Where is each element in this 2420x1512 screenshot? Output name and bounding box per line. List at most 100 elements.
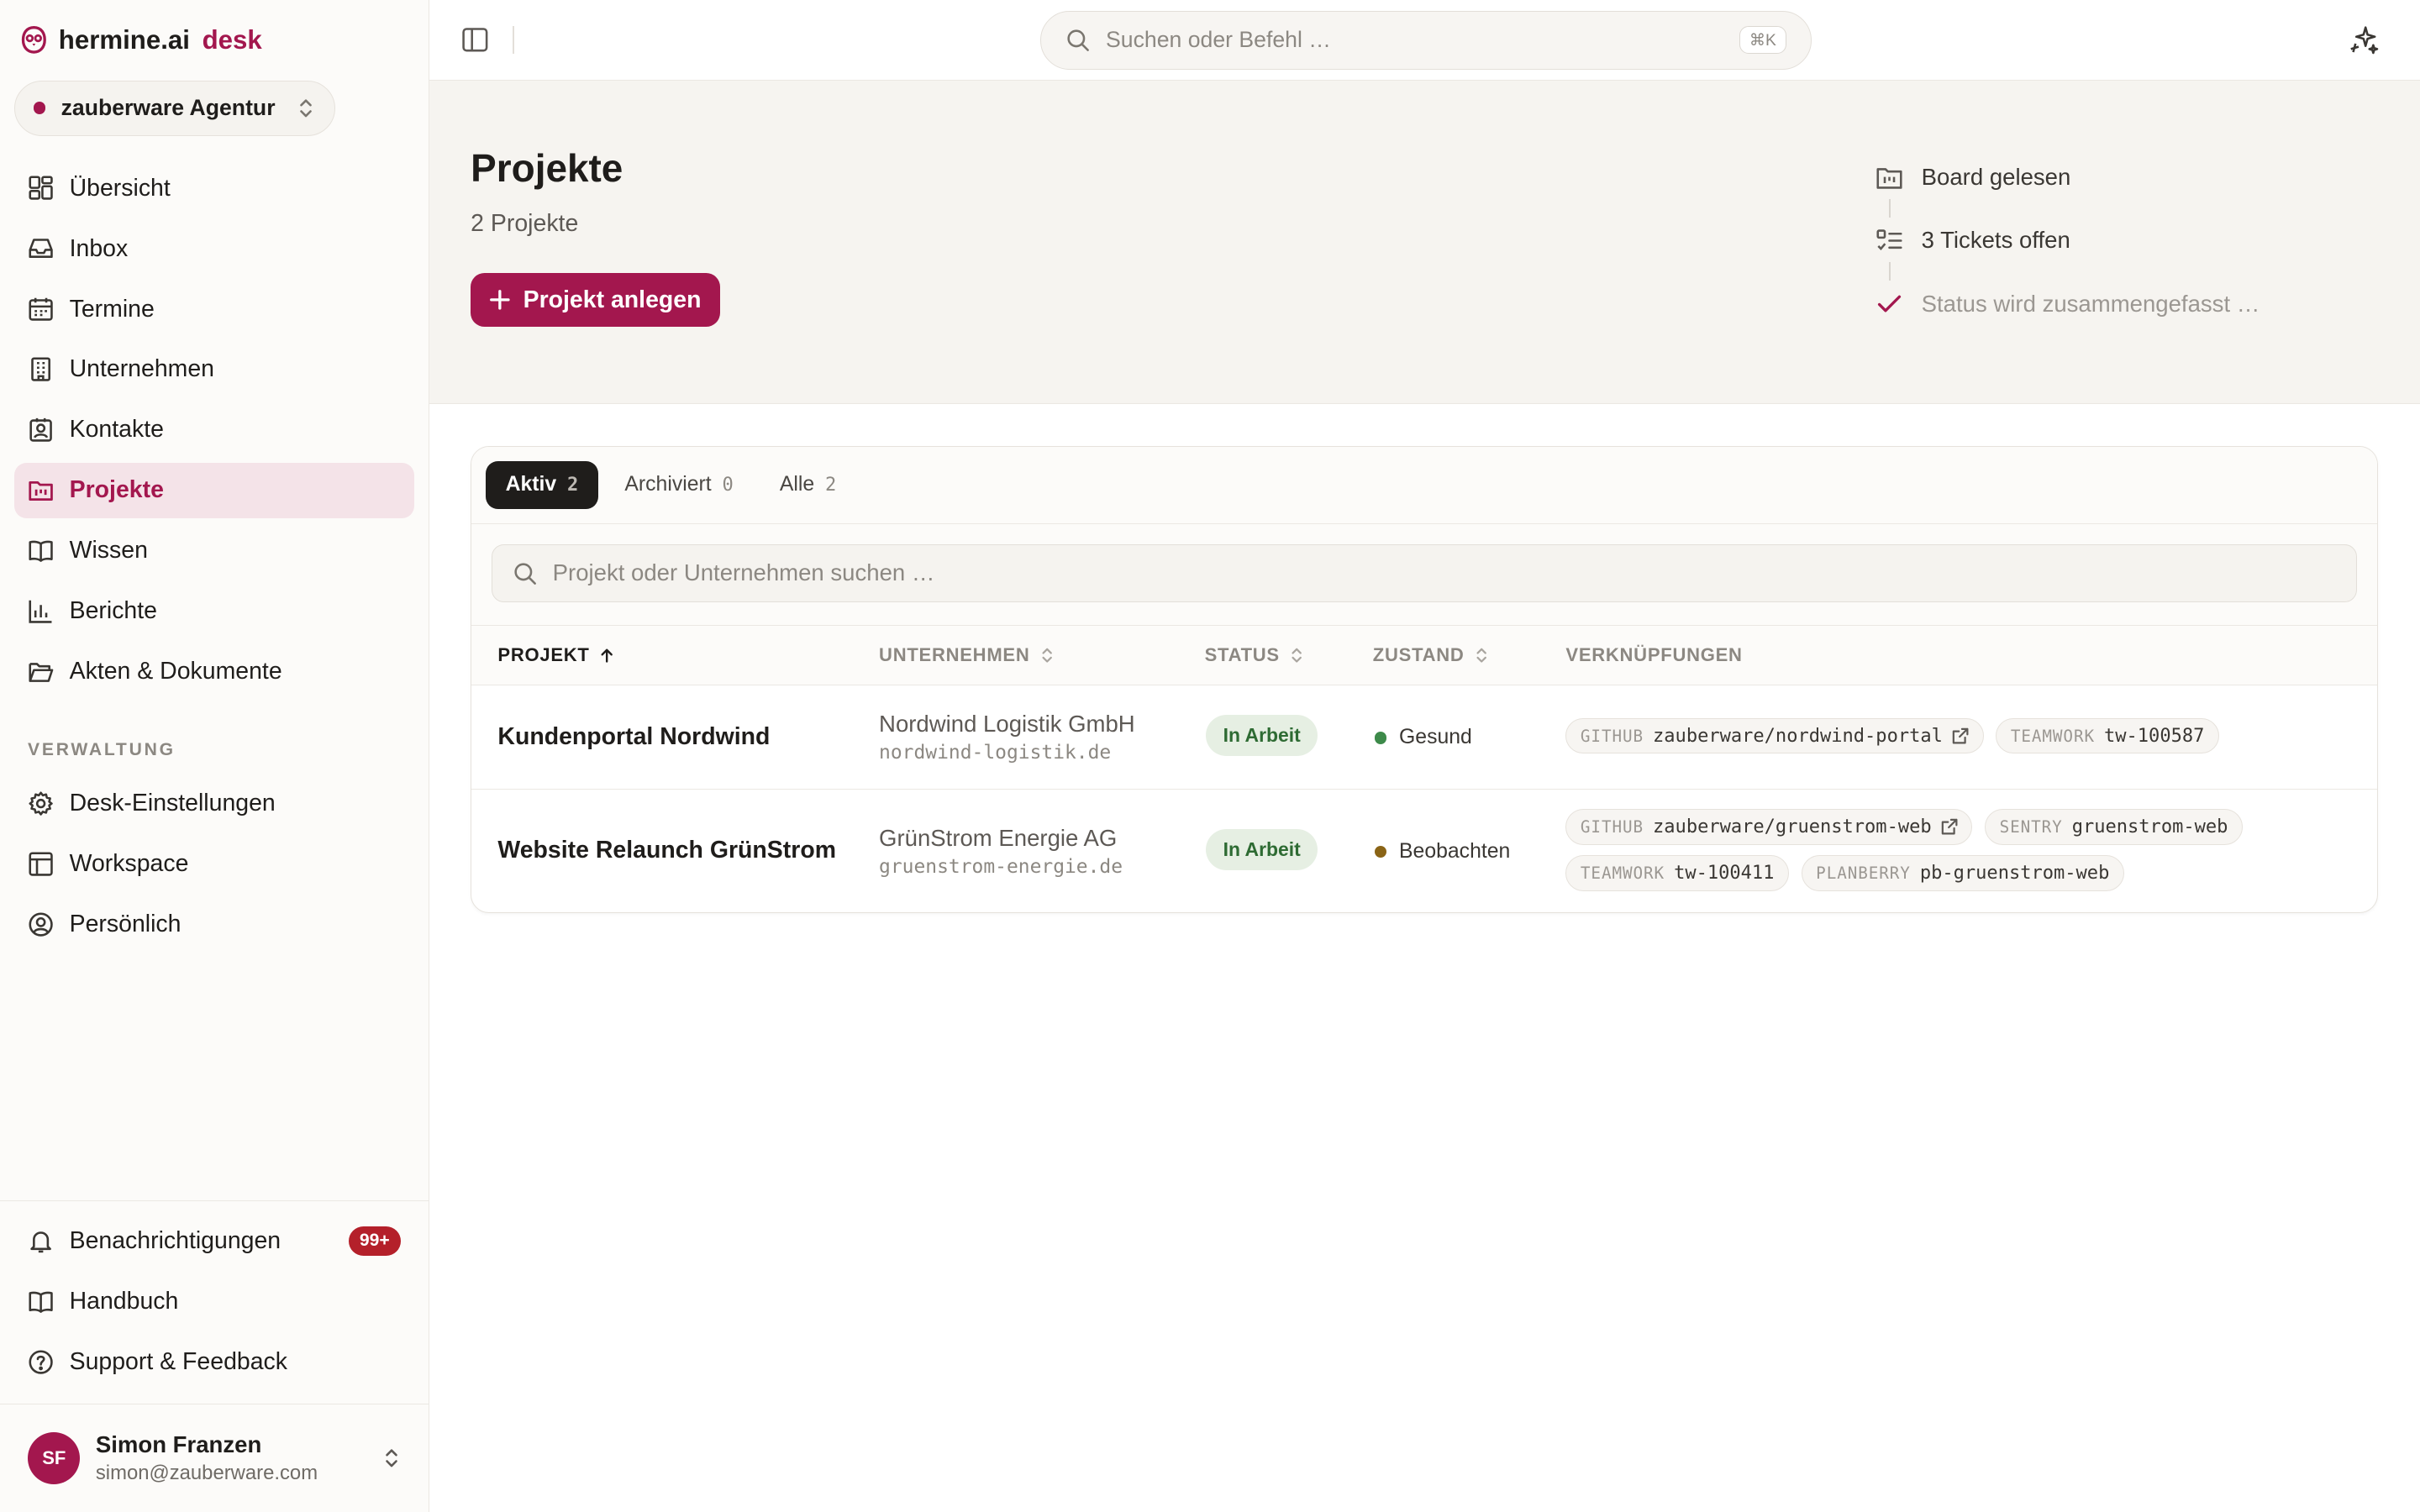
nav-item-berichte[interactable]: Berichte — [14, 584, 415, 639]
tab-archiviert[interactable]: Archiviert 0 — [605, 461, 754, 509]
contact-icon — [29, 418, 52, 443]
nav-label: Kontakte — [69, 416, 164, 444]
column-label: PROJEKT — [497, 643, 590, 665]
project-name[interactable]: Website Relaunch GrünStrom — [497, 837, 836, 864]
user-menu[interactable]: SF Simon Franzen simon@zauberware.com — [0, 1404, 429, 1512]
tab-alle[interactable]: Alle 2 — [760, 461, 856, 509]
table-row[interactable]: Kundenportal Nordwind Nordwind Logistik … — [471, 685, 2378, 790]
link-sentry[interactable]: SENTRY gruenstrom-web — [1985, 809, 2243, 845]
nav-item-uebersicht[interactable]: Übersicht — [14, 160, 415, 216]
layout-icon — [29, 852, 53, 876]
building-icon — [31, 357, 51, 382]
link-planberry[interactable]: PLANBERRY pb-gruenstrom-web — [1801, 855, 2124, 891]
nav-label: Wissen — [69, 537, 148, 564]
user-name: Simon Franzen — [95, 1431, 262, 1458]
nav-label: Akten & Dokumente — [69, 658, 282, 685]
section-label-verwaltung: VERWALTUNG — [28, 740, 176, 760]
nav-item-akten[interactable]: Akten & Dokumente — [14, 644, 415, 700]
sort-up-icon — [601, 648, 613, 663]
project-name[interactable]: Kundenportal Nordwind — [497, 723, 770, 751]
tab-aktiv[interactable]: Aktiv 2 — [485, 460, 599, 509]
tab-label: Aktiv — [505, 473, 557, 496]
state-dot — [1374, 845, 1387, 858]
column-header-unternehmen[interactable]: UNTERNEHMEN — [879, 644, 1055, 666]
bell-icon — [30, 1231, 51, 1253]
page-title: Projekte — [471, 145, 623, 190]
nav-label: Inbox — [69, 234, 129, 262]
create-project-button[interactable]: Projekt anlegen — [471, 273, 720, 328]
column-label: UNTERNEHMEN — [879, 643, 1030, 665]
chart-icon — [29, 601, 52, 624]
nav-item-benachrichtigungen[interactable]: Benachrichtigungen 99+ — [14, 1213, 415, 1268]
sidebar-toggle-icon[interactable] — [460, 24, 491, 55]
nav-item-termine[interactable]: Termine — [14, 281, 415, 337]
nav-item-kontakte[interactable]: Kontakte — [14, 402, 415, 458]
activity-text: Board gelesen — [1921, 164, 2071, 191]
plus-icon — [490, 290, 510, 310]
activity-item: 3 Tickets offen — [1876, 223, 2260, 257]
avatar: SF — [28, 1431, 81, 1485]
search-icon — [514, 563, 536, 585]
nav-label: Desk-Einstellungen — [69, 789, 276, 816]
nav-label: Persönlich — [69, 910, 182, 937]
nav-item-inbox[interactable]: Inbox — [14, 221, 415, 276]
state-cell: Beobachten — [1374, 840, 1511, 864]
main-nav: Übersicht Inbox Termine Unternehmen Kont… — [0, 160, 429, 705]
projects-card: Aktiv 2 Archiviert 0 Alle 2 Projekt oder… — [471, 445, 2379, 914]
state-cell: Gesund — [1374, 726, 1472, 749]
external-link-icon — [1941, 819, 1958, 835]
tab-label: Alle — [779, 473, 815, 496]
workspace-switcher[interactable]: zauberware Agentur — [13, 80, 335, 136]
sort-icon — [1041, 648, 1052, 663]
nav-label: Support & Feedback — [69, 1347, 288, 1375]
column-label: VERKNÜPFUNGEN — [1565, 643, 1743, 665]
sparkle-ai-icon[interactable] — [2349, 24, 2380, 55]
nav-label: Projekte — [69, 476, 164, 504]
gear-icon — [29, 791, 53, 816]
link-key: SENTRY — [1999, 817, 2063, 837]
nav-label: Unternehmen — [69, 355, 215, 383]
activity-connector — [1889, 262, 1891, 281]
nav-item-workspace[interactable]: Workspace — [14, 836, 415, 891]
user-email: simon@zauberware.com — [95, 1462, 318, 1484]
activity-feed: Board gelesen 3 Tickets offen Status wir… — [1876, 160, 2260, 321]
shortcut-hint: ⌘K — [1739, 26, 1786, 55]
company-cell[interactable]: Nordwind Logistik GmbH nordwind-logistik… — [879, 711, 1135, 764]
nav-item-handbuch[interactable]: Handbuch — [14, 1273, 415, 1329]
column-header-verknuepfungen: VERKNÜPFUNGEN — [1565, 644, 1742, 666]
link-github[interactable]: GITHUB zauberware/nordwind-portal — [1565, 718, 1984, 754]
nav-item-wissen[interactable]: Wissen — [14, 523, 415, 579]
nav-label: Termine — [69, 295, 155, 323]
book-icon — [29, 1291, 53, 1313]
inbox-icon — [29, 239, 53, 259]
activity-text: Status wird zusammengefasst … — [1921, 290, 2260, 317]
link-teamwork[interactable]: TEAMWORK tw-100587 — [1996, 718, 2219, 754]
activity-connector — [1889, 198, 1891, 218]
command-search[interactable]: Suchen oder Befehl … ⌘K — [1039, 10, 1812, 70]
nav-item-desk-einstellungen[interactable]: Desk-Einstellungen — [14, 775, 415, 831]
column-header-status[interactable]: STATUS — [1205, 644, 1305, 666]
nav-item-unternehmen[interactable]: Unternehmen — [14, 342, 415, 397]
links-cell: GITHUB zauberware/nordwind-portal TEAMWO… — [1565, 718, 2368, 754]
column-header-projekt[interactable]: PROJEKT — [497, 644, 614, 666]
project-search-input[interactable]: Projekt oder Unternehmen suchen … — [492, 543, 2358, 603]
link-teamwork[interactable]: TEAMWORK tw-100411 — [1565, 855, 1789, 891]
link-github[interactable]: GITHUB zauberware/gruenstrom-web — [1565, 809, 1973, 845]
link-value: zauberware/nordwind-portal — [1653, 725, 1943, 747]
nav-item-support[interactable]: Support & Feedback — [14, 1334, 415, 1389]
nav-item-persoenlich[interactable]: Persönlich — [14, 896, 415, 952]
user-circle-icon — [29, 912, 53, 937]
link-value: gruenstrom-web — [2071, 816, 2228, 837]
sidebar: hermine.ai desk zauberware Agentur Übers… — [0, 0, 429, 1512]
table-row[interactable]: Website Relaunch GrünStrom GrünStrom Ene… — [471, 790, 2377, 913]
help-icon — [29, 1350, 53, 1374]
filter-area: Projekt oder Unternehmen suchen … — [471, 523, 2378, 626]
status-cell: In Arbeit — [1206, 829, 1318, 871]
column-header-zustand[interactable]: ZUSTAND — [1373, 644, 1489, 666]
state-label: Beobachten — [1399, 840, 1511, 864]
nav-item-projekte[interactable]: Projekte — [13, 462, 415, 519]
workspace-dot — [33, 102, 46, 114]
book-icon — [29, 541, 53, 563]
company-cell[interactable]: GrünStrom Energie AG gruenstrom-energie.… — [879, 825, 1123, 879]
brand[interactable]: hermine.ai desk — [0, 0, 429, 81]
